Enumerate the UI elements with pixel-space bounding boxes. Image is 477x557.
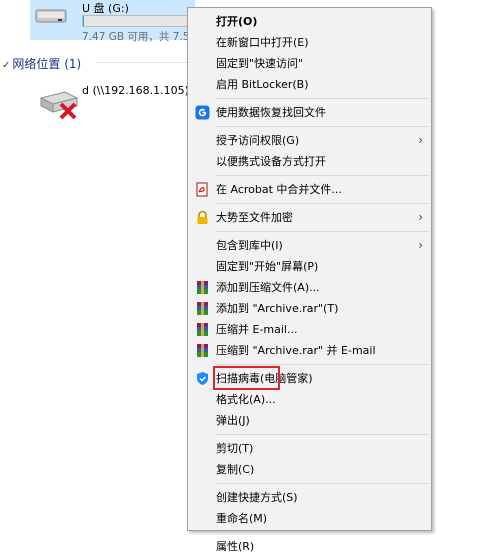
drive-capacity-bar: [82, 15, 194, 27]
menu-item-archive-rar-e-mail[interactable]: 压缩到 "Archive.rar" 并 E-mail: [188, 340, 431, 361]
menu-item-label: 弹出(J): [216, 414, 250, 427]
menu-item-label: 复制(C): [216, 463, 255, 476]
menu-item-label: 打开(O): [216, 15, 258, 28]
menu-item-label: 授予访问权限(G): [216, 134, 300, 147]
menu-item-label: 大势至文件加密: [216, 211, 293, 224]
recovery-icon: [195, 105, 210, 120]
winrar-icon: [195, 280, 210, 295]
menu-item-label: 固定到"开始"屏幕(P): [216, 260, 319, 273]
menu-item-archive-rar-t[interactable]: 添加到 "Archive.rar"(T): [188, 298, 431, 319]
menu-separator: [216, 434, 429, 435]
menu-item-label: 使用数据恢复找回文件: [216, 106, 326, 119]
chevron-right-icon: ›: [418, 133, 423, 147]
network-drive-label[interactable]: d (\\192.168.1.105) (Z: [82, 84, 188, 97]
menu-item-label: 以便携式设备方式打开: [216, 155, 326, 168]
menu-item-label: 在新窗口中打开(E): [216, 36, 309, 49]
menu-item-label: 属性(R): [216, 540, 255, 553]
chevron-right-icon: ›: [418, 210, 423, 224]
drive-title: U 盘 (G:): [82, 2, 129, 15]
menu-item-m[interactable]: 重命名(M): [188, 508, 431, 529]
menu-item-g[interactable]: 授予访问权限(G) ›: [188, 130, 431, 151]
menu-separator: [216, 98, 429, 99]
menu-item-label: 压缩并 E-mail...: [216, 323, 298, 336]
group-divider: [96, 62, 188, 63]
drive-capacity-fill: [83, 16, 85, 26]
menu-item-label: 添加到压缩文件(A)...: [216, 281, 320, 294]
menu-item-label: 在 Acrobat 中合并文件...: [216, 183, 342, 196]
menu-item-label: 剪切(T): [216, 442, 254, 455]
network-locations-header[interactable]: ✓ 网络位置 (1): [2, 55, 81, 72]
menu-item-acrobat[interactable]: 在 Acrobat 中合并文件...: [188, 179, 431, 200]
network-drive-disconnected-icon[interactable]: [37, 86, 81, 120]
context-menu: 打开(O) 在新窗口中打开(E) 固定到"快速访问" 启用 BitLocker(B) 使…: [187, 7, 432, 553]
menu-item-j[interactable]: 弹出(J): [188, 410, 431, 431]
menu-item-label: 创建快捷方式(S): [216, 491, 298, 504]
usb-drive-icon: [35, 9, 67, 23]
menu-item-t[interactable]: 剪切(T): [188, 438, 431, 459]
menu-item-s[interactable]: 创建快捷方式(S): [188, 487, 431, 508]
menu-separator: [216, 203, 429, 204]
menu-item-label: 格式化(A)...: [216, 393, 276, 406]
menu-item-label: 添加到 "Archive.rar"(T): [216, 302, 339, 315]
chevron-down-icon: ✓: [2, 60, 11, 71]
winrar-icon: [195, 343, 210, 358]
menu-item-12[interactable]: 大势至文件加密 ›: [188, 207, 431, 228]
menu-separator: [216, 364, 429, 365]
menu-item-o[interactable]: 打开(O): [188, 11, 431, 32]
drive-capacity-text: 7.47 GB 可用，共 7.5: [82, 31, 190, 43]
menu-separator: [216, 126, 429, 127]
shield-icon: [195, 371, 210, 386]
menu-item-label: 启用 BitLocker(B): [216, 78, 309, 91]
menu-item-a[interactable]: 格式化(A)...: [188, 389, 431, 410]
menu-item-8[interactable]: 以便携式设备方式打开: [188, 151, 431, 172]
menu-item-label: 重命名(M): [216, 512, 268, 525]
menu-item-a[interactable]: 添加到压缩文件(A)...: [188, 277, 431, 298]
menu-item-2[interactable]: 固定到"快速访问": [188, 53, 431, 74]
format-highlight-box: [213, 366, 280, 390]
menu-item-c[interactable]: 复制(C): [188, 459, 431, 480]
winrar-icon: [195, 301, 210, 316]
acrobat-icon: [195, 182, 210, 197]
network-header-label: 网络位置 (1): [12, 57, 82, 71]
menu-item-r[interactable]: 属性(R): [188, 536, 431, 557]
menu-item-5[interactable]: 使用数据恢复找回文件: [188, 102, 431, 123]
winrar-icon: [195, 322, 210, 337]
menu-item-label: 压缩到 "Archive.rar" 并 E-mail: [216, 344, 376, 357]
menu-item-e[interactable]: 在新窗口中打开(E): [188, 32, 431, 53]
lock-icon: [195, 210, 210, 225]
menu-item-label: 包含到库中(I): [216, 239, 283, 252]
menu-separator: [216, 231, 429, 232]
menu-item-label: 固定到"快速访问": [216, 57, 304, 70]
menu-item-bitlocker-b[interactable]: 启用 BitLocker(B): [188, 74, 431, 95]
menu-separator: [216, 175, 429, 176]
chevron-right-icon: ›: [418, 238, 423, 252]
menu-item-i[interactable]: 包含到库中(I) ›: [188, 235, 431, 256]
menu-item-e-mail[interactable]: 压缩并 E-mail...: [188, 319, 431, 340]
menu-separator: [216, 483, 429, 484]
menu-item-p[interactable]: 固定到"开始"屏幕(P): [188, 256, 431, 277]
